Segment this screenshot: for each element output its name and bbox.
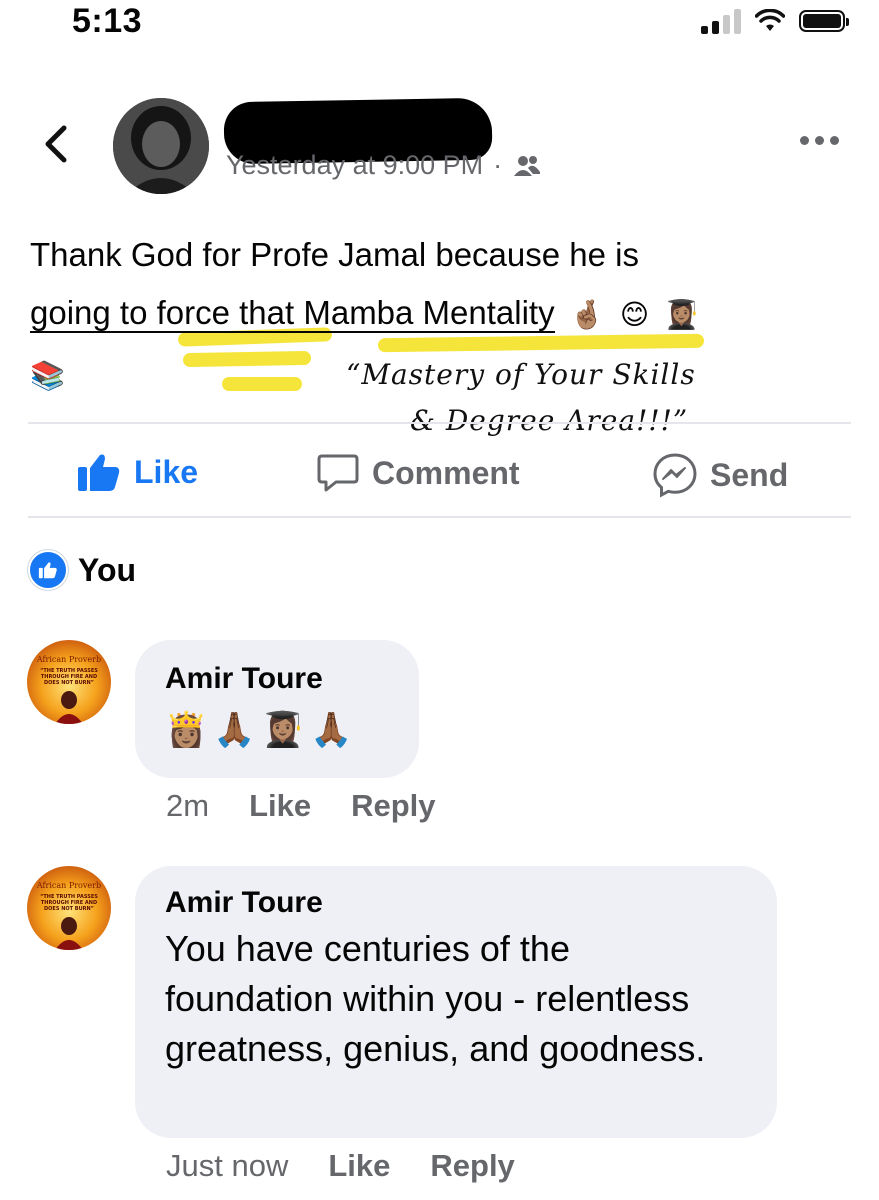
princess-emoji: 👸🏽: [165, 711, 208, 749]
commenter-avatar[interactable]: African Proverb “THE TRUTH PASSES THROUG…: [27, 640, 111, 724]
avatar-title: African Proverb: [36, 655, 101, 664]
books-emoji: 📚: [30, 359, 65, 391]
send-label: Send: [710, 456, 789, 493]
post-meta: Yesterday at 9:00 PM ·: [226, 150, 542, 181]
comment-like-button[interactable]: Like: [249, 788, 311, 824]
commenter-avatar[interactable]: African Proverb “THE TRUTH PASSES THROUG…: [27, 866, 111, 950]
praying-hands-emoji: 🙏🏾: [310, 711, 353, 749]
post-text-line-1: Thank God for Profe Jamal because he is: [30, 236, 639, 273]
comment-author[interactable]: Amir Toure: [165, 662, 389, 696]
battery-icon: [799, 10, 849, 32]
comment-meta: Just now Like Reply: [166, 1148, 515, 1184]
svg-text:DOES NOT BURN”: DOES NOT BURN”: [44, 680, 94, 686]
comment-label: Comment: [372, 454, 520, 491]
messenger-icon: [653, 453, 697, 498]
smiling-face-emoji: 😊: [619, 299, 650, 331]
handwritten-annotation-line-1: “Mastery of Your Skills: [346, 358, 696, 391]
status-icons: [701, 8, 849, 34]
comment-meta: 2m Like Reply: [166, 788, 436, 824]
commenter-avatar-photo: African Proverb “THE TRUTH PASSES THROUG…: [27, 866, 111, 950]
comment-time: 2m: [166, 788, 210, 823]
comment-like-button[interactable]: Like: [328, 1148, 390, 1184]
comment-text: You have centuries of the foundation wit…: [165, 928, 706, 1069]
comment-bubble: Amir Toure You have centuries of the fou…: [135, 866, 777, 1138]
reactions-summary[interactable]: You: [28, 550, 136, 590]
poster-avatar-photo: [113, 98, 209, 194]
thumbs-up-icon: [78, 454, 120, 491]
like-label: Like: [134, 453, 199, 490]
like-reaction-icon: [28, 550, 68, 590]
comment-reply-button[interactable]: Reply: [430, 1148, 514, 1184]
praying-hands-emoji: 🙏🏾: [213, 711, 256, 749]
post-text-line-2-text: going to force that Mamba Mentality: [30, 294, 555, 333]
poster-avatar[interactable]: [113, 98, 209, 194]
comment-author[interactable]: Amir Toure: [165, 886, 747, 920]
divider: [28, 422, 851, 424]
post-text-line-2: going to force that Mamba Mentality 🤞🏽 😊…: [30, 284, 850, 344]
graduate-emoji: 👩🏽‍🎓: [664, 299, 700, 331]
send-button[interactable]: Send: [652, 452, 788, 498]
more-options-icon[interactable]: [800, 136, 839, 145]
meta-separator: ·: [493, 150, 503, 180]
post-actions-bar: Like Comment Send: [0, 446, 879, 500]
back-chevron-icon[interactable]: [36, 120, 76, 168]
comment-button[interactable]: Comment: [316, 452, 520, 494]
comment-bubble: Amir Toure 👸🏽 🙏🏾 👩🏽‍🎓 🙏🏾: [135, 640, 419, 778]
like-button[interactable]: Like: [76, 452, 198, 492]
wifi-icon: [755, 9, 785, 31]
cellular-signal-icon: [701, 8, 741, 34]
commenter-avatar-photo: African Proverb “THE TRUTH PASSES THROUG…: [27, 640, 111, 724]
comment-time: Just now: [166, 1148, 289, 1183]
comment-icon: [317, 454, 359, 492]
handwritten-annotation-line-2: & Degree Area!!!”: [410, 404, 689, 437]
post-timestamp[interactable]: Yesterday at 9:00 PM: [226, 150, 483, 181]
comment-emojis: 👸🏽 🙏🏾 👩🏽‍🎓 🙏🏾: [165, 710, 389, 750]
svg-text:DOES NOT BURN”: DOES NOT BURN”: [44, 906, 94, 912]
crossed-fingers-emoji: 🤞🏽: [569, 299, 605, 331]
graduate-emoji: 👩🏽‍🎓: [261, 711, 305, 749]
reactions-label: You: [78, 551, 137, 588]
status-time: 5:13: [72, 2, 143, 40]
friends-icon: [514, 155, 541, 176]
comment-reply-button[interactable]: Reply: [351, 788, 435, 824]
divider: [28, 516, 851, 518]
avatar-title: African Proverb: [36, 881, 101, 890]
